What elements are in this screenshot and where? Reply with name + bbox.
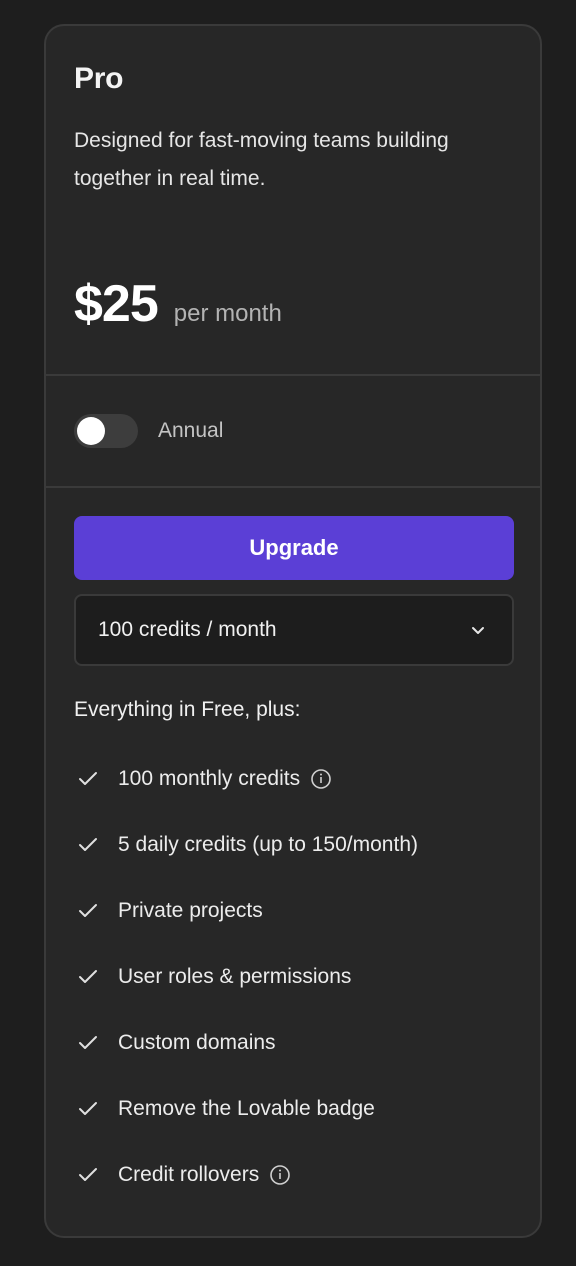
toggle-knob xyxy=(77,417,105,445)
list-item: 100 monthly credits xyxy=(76,746,418,812)
annual-toggle[interactable] xyxy=(74,414,138,448)
list-item: 5 daily credits (up to 150/month) xyxy=(76,812,418,878)
pricing-card-pro: Pro Designed for fast-moving teams build… xyxy=(44,24,542,1238)
check-icon xyxy=(76,767,100,791)
billing-toggle-row: Annual xyxy=(74,414,223,448)
page: Pro Designed for fast-moving teams build… xyxy=(0,0,576,1266)
feature-label: Credit rollovers xyxy=(118,1163,260,1186)
feature-label: 100 monthly credits xyxy=(118,767,301,790)
credits-select-value: 100 credits / month xyxy=(98,618,277,641)
plan-price: $25 xyxy=(74,275,159,333)
check-icon xyxy=(76,1097,100,1121)
upgrade-button[interactable]: Upgrade xyxy=(74,516,514,580)
plan-description: Designed for fast-moving teams building … xyxy=(74,129,449,190)
info-icon[interactable] xyxy=(310,768,332,790)
list-item: Private projects xyxy=(76,878,418,944)
plan-name: Pro xyxy=(74,62,124,95)
plan-header: Pro Designed for fast-moving teams build… xyxy=(46,26,540,374)
list-item: Remove the Lovable badge xyxy=(76,1076,418,1142)
check-icon xyxy=(76,965,100,989)
price-row: $25 per month xyxy=(74,274,282,334)
feature-label: User roles & permissions xyxy=(118,965,352,988)
divider xyxy=(46,374,540,376)
feature-label: 5 daily credits (up to 150/month) xyxy=(118,833,418,856)
feature-list: 100 monthly credits 5 daily credits (up … xyxy=(76,746,418,1208)
list-item: User roles & permissions xyxy=(76,944,418,1010)
divider xyxy=(46,486,540,488)
price-period: per month xyxy=(173,300,282,327)
feature-label: Private projects xyxy=(118,899,263,922)
list-item: Custom domains xyxy=(76,1010,418,1076)
annual-toggle-label: Annual xyxy=(158,419,224,442)
credits-select[interactable]: 100 credits / month xyxy=(74,594,514,666)
feature-label: Remove the Lovable badge xyxy=(118,1097,375,1120)
chevron-down-icon xyxy=(470,622,486,638)
check-icon xyxy=(76,1031,100,1055)
check-icon xyxy=(76,899,100,923)
info-icon[interactable] xyxy=(269,1164,291,1186)
feature-label: Custom domains xyxy=(118,1031,276,1054)
features-title: Everything in Free, plus: xyxy=(74,698,301,721)
check-icon xyxy=(76,833,100,857)
list-item: Credit rollovers xyxy=(76,1142,418,1208)
check-icon xyxy=(76,1163,100,1187)
